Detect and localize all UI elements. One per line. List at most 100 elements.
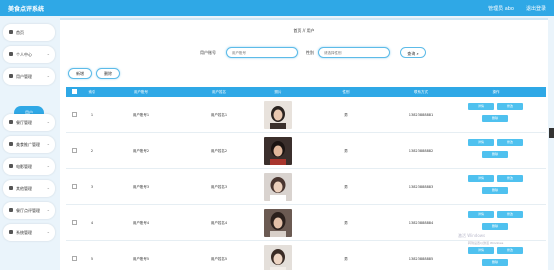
row-actions: 详情 修改 删除 xyxy=(466,241,526,270)
select-all-checkbox[interactable] xyxy=(72,89,77,94)
header-ops: 操作 xyxy=(492,90,500,94)
cell-name: 用户姓名1 xyxy=(210,113,228,117)
logout-link[interactable]: 退出登录 xyxy=(526,5,546,12)
header-account: 用户账号 xyxy=(134,90,148,94)
table-row: 3 用户账号3 用户姓名3 男 13823888883 详情 修改 删除 xyxy=(66,169,546,205)
sidebar-item-profile[interactable]: 个人中心 ⌄ xyxy=(3,46,55,63)
chevron-down-icon: ⌄ xyxy=(46,141,50,146)
delete-button[interactable]: 删除 xyxy=(96,68,120,79)
breadcrumb: 首页 // 用户 xyxy=(60,28,548,34)
table-row: 2 用户账号2 用户姓名2 男 13823888882 详情 修改 删除 xyxy=(66,133,546,169)
sidebar-item-food-promo[interactable]: 美食推广管理 ⌄ xyxy=(3,136,55,153)
row-checkbox[interactable] xyxy=(72,112,77,117)
detail-button[interactable]: 详情 xyxy=(468,247,494,254)
row-actions: 详情 修改 删除 xyxy=(466,169,526,205)
sidebar-item-label: 电影管理 xyxy=(16,164,32,169)
sidebar-item-other[interactable]: 其他管理 ⌄ xyxy=(3,180,55,197)
breadcrumb-home[interactable]: 首页 xyxy=(293,28,301,33)
food-icon xyxy=(9,142,13,146)
cell-phone: 13823888883 xyxy=(408,185,434,189)
gender-label: 性别 xyxy=(306,50,314,55)
cell-name: 用户姓名4 xyxy=(210,221,228,225)
search-button[interactable]: 查询 ⌕ xyxy=(400,47,426,58)
user-icon xyxy=(9,52,13,56)
table-row: 5 用户账号5 用户姓名5 男 13823888885 详情 修改 删除 xyxy=(66,241,546,270)
movie-icon xyxy=(9,164,13,168)
sidebar-item-home[interactable]: 首页 xyxy=(3,24,55,41)
add-button[interactable]: 新增 xyxy=(68,68,92,79)
cell-index: 2 xyxy=(90,149,94,153)
row-delete-button[interactable]: 删除 xyxy=(482,115,508,122)
row-checkbox[interactable] xyxy=(72,184,77,189)
edit-button[interactable]: 修改 xyxy=(497,139,523,146)
sidebar-item-label: 餐厅管理 xyxy=(16,120,32,125)
sidebar-item-label: 美食推广管理 xyxy=(16,142,40,147)
breadcrumb-separator: // xyxy=(302,28,306,33)
users-icon xyxy=(9,74,13,78)
sidebar-item-label: 用户管理 xyxy=(16,74,32,79)
header-gender: 性别 xyxy=(342,90,350,94)
cell-index: 3 xyxy=(90,185,94,189)
grid-icon xyxy=(9,186,13,190)
sidebar-item-system[interactable]: 系统管理 ⌄ xyxy=(3,224,55,241)
row-delete-button[interactable]: 删除 xyxy=(482,259,508,266)
restaurant-icon xyxy=(9,120,13,124)
row-checkbox[interactable] xyxy=(72,220,77,225)
edit-button[interactable]: 修改 xyxy=(497,247,523,254)
gender-select[interactable] xyxy=(318,47,390,58)
cell-account: 用户账号1 xyxy=(132,113,150,117)
sidebar-item-users[interactable]: 用户管理 ⌄ xyxy=(3,68,55,85)
edit-button[interactable]: 修改 xyxy=(497,103,523,110)
detail-button[interactable]: 详情 xyxy=(468,211,494,218)
chevron-down-icon: ⌄ xyxy=(46,73,50,78)
cell-index: 4 xyxy=(90,221,94,225)
row-checkbox[interactable] xyxy=(72,256,77,261)
cell-gender: 男 xyxy=(344,113,348,117)
app-title: 美食点评系统 xyxy=(8,6,45,13)
user-photo xyxy=(264,245,292,270)
breadcrumb-current: 用户 xyxy=(306,28,315,33)
header-photo: 照片 xyxy=(274,90,282,94)
cell-name: 用户姓名2 xyxy=(210,149,228,153)
account-input[interactable] xyxy=(226,47,298,58)
cell-index: 1 xyxy=(90,113,94,117)
chevron-down-icon: ⌄ xyxy=(46,207,50,212)
edit-button[interactable]: 修改 xyxy=(497,211,523,218)
detail-button[interactable]: 详情 xyxy=(468,103,494,110)
settings-icon xyxy=(9,230,13,234)
account-label: 用户账号 xyxy=(200,50,216,55)
cell-phone: 13823888884 xyxy=(408,221,434,225)
row-actions: 详情 修改 删除 xyxy=(466,133,526,169)
chevron-down-icon: ⌄ xyxy=(46,119,50,124)
user-photo xyxy=(264,209,292,237)
windows-watermark-hint: 转到设置以激活 Windows xyxy=(468,241,504,245)
sidebar-item-reviews[interactable]: 餐厅点评管理 ⌄ xyxy=(3,202,55,219)
row-checkbox[interactable] xyxy=(72,148,77,153)
row-delete-button[interactable]: 删除 xyxy=(482,223,508,230)
divider xyxy=(60,18,548,20)
sidebar-item-restaurants[interactable]: 餐厅管理 ⌄ xyxy=(3,114,55,131)
row-delete-button[interactable]: 删除 xyxy=(482,187,508,194)
header-name: 用户姓名 xyxy=(212,90,226,94)
sidebar-item-label: 首页 xyxy=(16,30,24,35)
header-index: 索引 xyxy=(88,90,96,94)
current-user: 管理员 abo xyxy=(488,6,514,12)
row-actions: 详情 修改 删除 xyxy=(466,97,526,133)
sidebar-item-movies[interactable]: 电影管理 ⌄ xyxy=(3,158,55,175)
cell-account: 用户账号3 xyxy=(132,185,150,189)
top-bar: 美食点评系统 管理员 abo 退出登录 xyxy=(0,0,554,16)
edit-button[interactable]: 修改 xyxy=(497,175,523,182)
detail-button[interactable]: 详情 xyxy=(468,139,494,146)
cell-phone: 13823888885 xyxy=(408,257,434,261)
comment-icon xyxy=(9,208,13,212)
cell-account: 用户账号5 xyxy=(132,257,150,261)
scroll-handle[interactable] xyxy=(549,128,554,138)
chevron-down-icon: ⌄ xyxy=(46,185,50,190)
header-phone: 联系方式 xyxy=(414,90,428,94)
detail-button[interactable]: 详情 xyxy=(468,175,494,182)
chevron-down-icon: ⌄ xyxy=(46,51,50,56)
row-delete-button[interactable]: 删除 xyxy=(482,151,508,158)
cell-gender: 男 xyxy=(344,185,348,189)
sidebar-item-label: 个人中心 xyxy=(16,52,32,57)
windows-watermark-title: 激活 Windows xyxy=(458,233,486,238)
